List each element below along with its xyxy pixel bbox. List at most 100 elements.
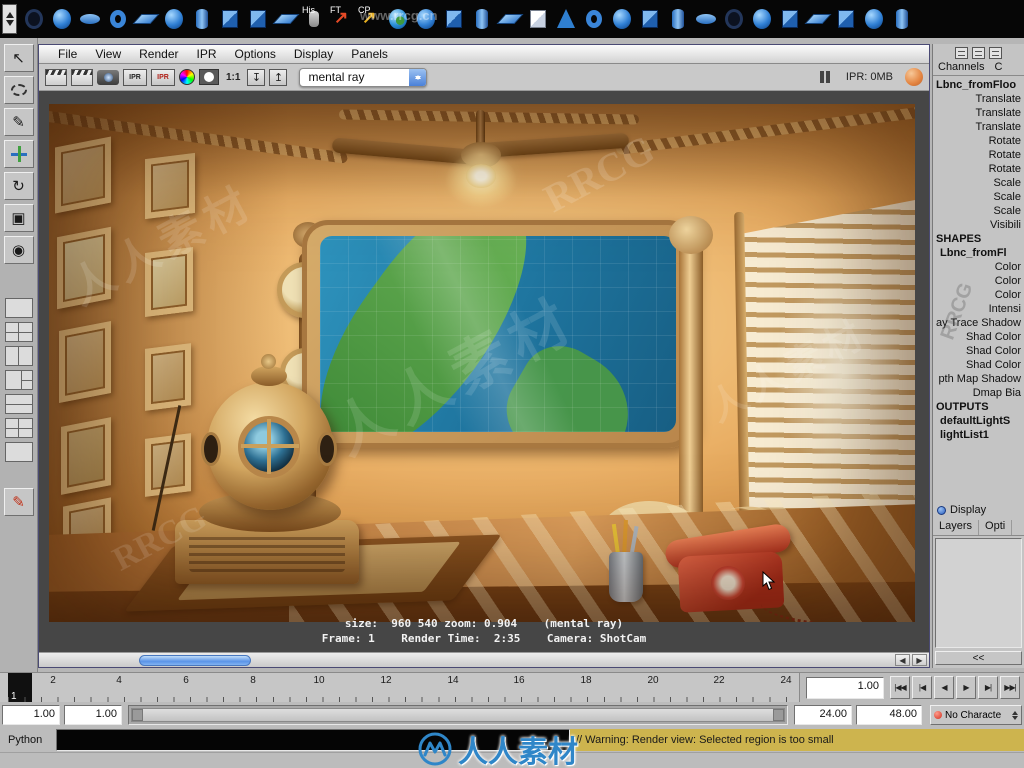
current-frame-marker[interactable]: 1 [8, 673, 32, 703]
play-forward-button[interactable]: ▶ [956, 676, 976, 699]
shelf-icon-cube[interactable] [637, 5, 663, 33]
shelf-icon-cube[interactable] [833, 5, 859, 33]
layout-outliner-button[interactable] [4, 418, 33, 438]
shelf-icon-cone[interactable] [553, 5, 579, 33]
go-to-start-button[interactable]: |◀◀ [890, 676, 910, 699]
channel-object-name[interactable]: Lbnc_fromFloo [933, 78, 1024, 92]
layout-hypergraph-button[interactable] [4, 442, 33, 462]
channel-attr[interactable]: Visibili [933, 218, 1024, 232]
tab-channels[interactable]: Channels [933, 61, 989, 75]
command-input[interactable] [56, 729, 570, 751]
channel-attr[interactable]: Scale [933, 204, 1024, 218]
paint-effects-icon[interactable]: ✎ [3, 488, 34, 516]
ipr-update-button[interactable]: IPR [151, 68, 175, 86]
shelf-icon-sphere[interactable] [413, 5, 439, 33]
last-tool-icon[interactable]: ◉ [3, 236, 34, 264]
channel-attr[interactable]: Scale [933, 190, 1024, 204]
time-slider-track[interactable]: 1 2 4 6 8 10 12 14 16 18 20 22 24 [0, 673, 800, 703]
alpha-channel-icon[interactable] [199, 69, 219, 85]
channel-attr[interactable]: Translate [933, 92, 1024, 106]
move-tool-icon[interactable] [3, 140, 34, 168]
channel-attr[interactable]: Color [933, 274, 1024, 288]
shelf-icon-disc[interactable] [693, 5, 719, 33]
menu-view[interactable]: View [86, 47, 130, 61]
real-size-button[interactable]: 1:1 [223, 72, 243, 83]
layout-two-pane-button[interactable] [4, 346, 33, 366]
render-button[interactable] [45, 68, 67, 86]
collapse-panel-button[interactable]: << [935, 651, 1022, 665]
range-slider-thumb[interactable] [131, 708, 785, 722]
playback-start-field[interactable]: 1.00 [64, 705, 122, 725]
remove-image-button[interactable]: ↥ [269, 68, 288, 86]
channel-attr[interactable]: ay Trace Shadow [933, 316, 1024, 330]
menu-ipr[interactable]: IPR [188, 47, 226, 61]
shelf-icon-cylinder[interactable] [189, 5, 215, 33]
step-back-key-button[interactable]: |◀ [912, 676, 932, 699]
channel-attr[interactable]: Shad Color [933, 344, 1024, 358]
shelf-icon-sphere[interactable] [861, 5, 887, 33]
animation-start-field[interactable]: 1.00 [2, 705, 60, 725]
pause-ipr-button[interactable] [816, 68, 834, 86]
shelf-icon-cylinder[interactable] [665, 5, 691, 33]
renderer-select[interactable]: mental ray [299, 67, 428, 87]
channel-layout-icon-2[interactable] [972, 46, 985, 59]
hscroll-thumb[interactable] [139, 655, 251, 666]
layout-stacked-button[interactable] [4, 394, 33, 414]
go-to-end-button[interactable]: ▶▶| [1000, 676, 1020, 699]
rgb-channel-icon[interactable] [179, 69, 195, 85]
channel-attr[interactable]: Rotate [933, 162, 1024, 176]
tab-layers[interactable]: Layers [933, 520, 980, 535]
shelf-icon-cube[interactable] [245, 5, 271, 33]
shelf-icon-torus[interactable] [581, 5, 607, 33]
snapshot-button[interactable] [97, 69, 119, 85]
shelf-icon-sphere[interactable] [609, 5, 635, 33]
channel-attr[interactable]: Color [933, 288, 1024, 302]
shelf-icon-white-cube[interactable] [525, 5, 551, 33]
render-image[interactable] [49, 104, 915, 622]
tab-options[interactable]: Opti [979, 520, 1013, 535]
command-language-button[interactable]: Python [0, 728, 56, 752]
shelf-icon-cylinder[interactable] [469, 5, 495, 33]
display-label[interactable]: Display [950, 504, 986, 516]
hscroll-right-icon[interactable]: ▶ [912, 654, 927, 666]
keep-image-button[interactable]: ↧ [247, 68, 266, 86]
channel-layout-icon-1[interactable] [955, 46, 968, 59]
channel-attr[interactable]: Shad Color [933, 330, 1024, 344]
paint-select-tool-icon[interactable]: ✎ [3, 108, 34, 136]
menu-options[interactable]: Options [226, 47, 285, 61]
character-set-menu[interactable]: No Characte [930, 705, 1022, 725]
shelf-icon-circle-tool[interactable] [721, 5, 747, 33]
shelf-icon-cp[interactable]: CP [357, 5, 383, 33]
channel-attr[interactable]: Intensi [933, 302, 1024, 316]
menu-display[interactable]: Display [285, 47, 342, 61]
shelf-icon-sphere[interactable] [49, 5, 75, 33]
step-back-frame-button[interactable]: ◀ [934, 676, 954, 699]
channel-attr[interactable]: Rotate [933, 134, 1024, 148]
layout-three-pane-button[interactable] [4, 370, 33, 390]
display-radio-icon[interactable] [937, 505, 946, 515]
shelf-icon-plane[interactable] [805, 5, 831, 33]
hscroll-left-icon[interactable]: ◀ [895, 654, 910, 666]
shelf-icon-torus[interactable] [105, 5, 131, 33]
shelf-icon-sphere[interactable] [161, 5, 187, 33]
channel-attr[interactable]: Rotate [933, 148, 1024, 162]
shelf-icon-cylinder[interactable] [889, 5, 915, 33]
shelf-tab-selector[interactable] [2, 4, 17, 34]
render-view-hscrollbar[interactable]: ◀ ▶ [39, 652, 929, 667]
channel-output-node[interactable]: lightList1 [933, 428, 1024, 442]
channel-layout-icon-3[interactable] [989, 46, 1002, 59]
select-tool-icon[interactable]: ↖ [3, 44, 34, 72]
layout-single-button[interactable] [4, 298, 33, 318]
shelf-icon-globe[interactable] [385, 5, 411, 33]
layout-four-pane-button[interactable] [4, 322, 33, 342]
tab-clipped[interactable]: C [989, 61, 1007, 75]
shelf-icon-plane[interactable] [133, 5, 159, 33]
channel-attr[interactable]: Translate [933, 120, 1024, 134]
shelf-icon-sphere[interactable] [749, 5, 775, 33]
channel-attr[interactable]: Color [933, 260, 1024, 274]
animation-end-field[interactable]: 48.00 [856, 705, 922, 725]
shelf-icon-plane[interactable] [273, 5, 299, 33]
channel-attr[interactable]: Dmap Bia [933, 386, 1024, 400]
menu-file[interactable]: File [49, 47, 86, 61]
channel-attr[interactable]: pth Map Shadow [933, 372, 1024, 386]
